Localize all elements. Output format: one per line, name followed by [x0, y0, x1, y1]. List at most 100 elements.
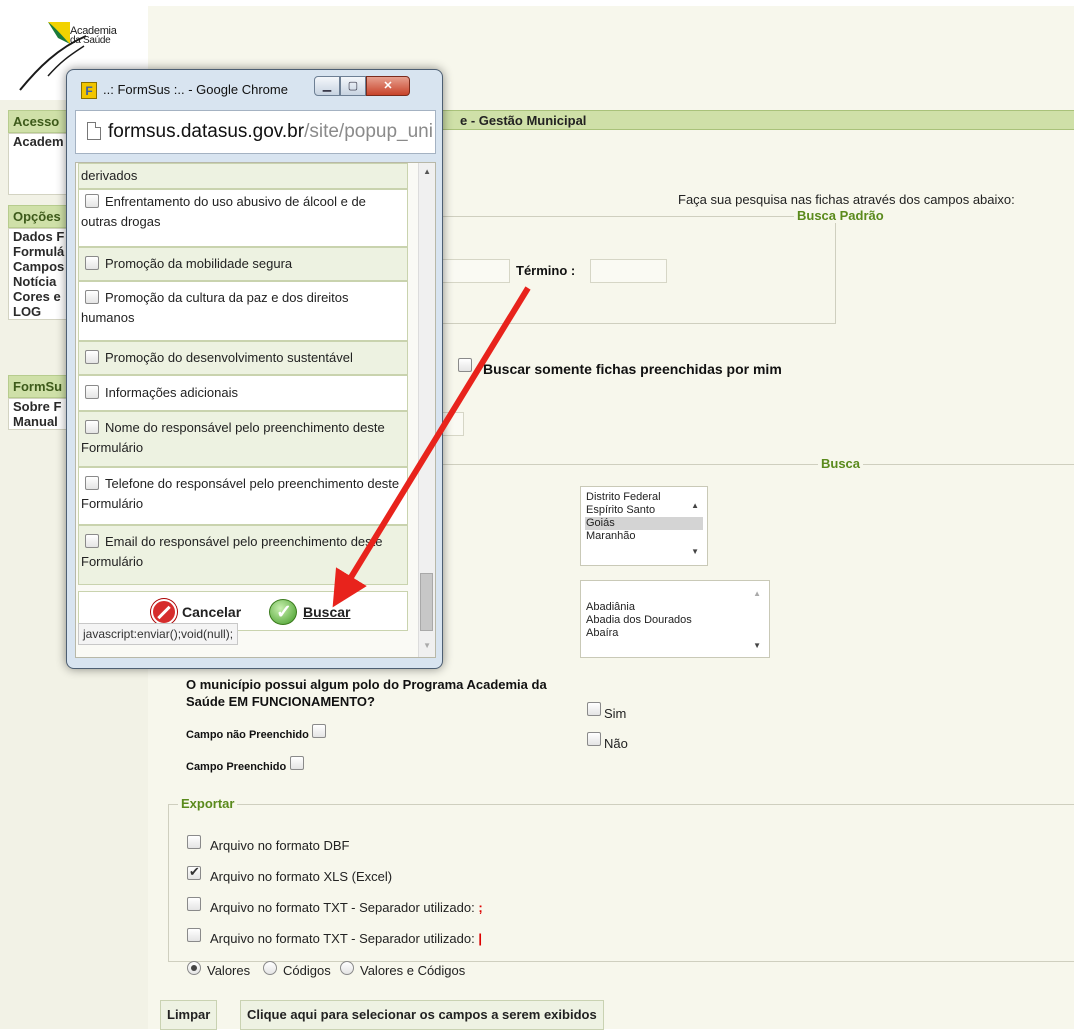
campo-nao-preenchido-checkbox[interactable] [312, 724, 326, 738]
row-label: Telefone do responsável pelo preenchimen… [105, 476, 400, 491]
row-checkbox[interactable] [85, 476, 99, 490]
state-option[interactable]: Espírito Santo [585, 504, 703, 517]
only-mine-label: Buscar somente fichas preenchidas por mi… [483, 361, 782, 377]
campo-preenchido-label: Campo Preenchido [186, 761, 287, 773]
extra-input[interactable] [440, 412, 464, 436]
question-line1: O município possui algum polo do Program… [186, 677, 547, 692]
question-line2: Saúde EM FUNCIONAMENTO? [186, 694, 375, 709]
busca-fieldset-line [420, 464, 1074, 465]
export-txt2-label: Arquivo no formato TXT - Separador utili… [210, 931, 482, 946]
list-item[interactable]: Email do responsável pelo preenchimento … [78, 525, 408, 585]
limpar-button[interactable]: Limpar [160, 1000, 218, 1030]
row-label: Nome do responsável pelo preenchimento d… [105, 420, 385, 435]
scroll-up-icon[interactable]: ▲ [691, 499, 699, 512]
popup-content: derivados Enfrentamento do uso abusivo d… [75, 162, 436, 658]
only-mine-checkbox[interactable] [458, 358, 472, 372]
state-option[interactable]: Distrito Federal [585, 491, 703, 504]
page-title: e - Gestão Municipal [460, 113, 587, 128]
state-listbox[interactable]: Distrito Federal Espírito Santo Goiás Ma… [580, 486, 708, 566]
popup-title: ..: FormSus :.. - Google Chrome [103, 82, 288, 97]
logo-line2: da Saúde [70, 35, 111, 46]
row-checkbox[interactable] [85, 256, 99, 270]
row-checkbox[interactable] [85, 385, 99, 399]
end-date-input[interactable] [590, 259, 667, 283]
municipality-option[interactable]: Abaíra [585, 627, 765, 640]
list-item[interactable]: Promoção da cultura da paz e dos direito… [78, 281, 408, 341]
row-label: Informações adicionais [105, 385, 238, 400]
page-icon [87, 122, 101, 140]
search-button[interactable]: Buscar [303, 604, 350, 620]
row-label: Promoção do desenvolvimento sustentável [105, 350, 353, 365]
busca-legend: Busca [818, 456, 864, 471]
scroll-down-icon[interactable]: ▼ [423, 641, 431, 650]
export-txt1-label: Arquivo no formato TXT - Separador utili… [210, 900, 483, 915]
municipality-listbox[interactable]: Abadiânia Abadia dos Dourados Abaíra ▲ ▼ [580, 580, 770, 658]
list-item[interactable]: Promoção do desenvolvimento sustentável [78, 341, 408, 375]
maximize-icon[interactable]: ▢ [340, 76, 366, 96]
export-txt1-text: Arquivo no formato TXT - Separador utili… [210, 900, 475, 915]
export-dbf-checkbox[interactable] [187, 835, 201, 849]
row-checkbox[interactable] [85, 350, 99, 364]
row-checkbox[interactable] [85, 420, 99, 434]
list-item[interactable]: Informações adicionais [78, 375, 408, 411]
municipality-option[interactable]: Abadia dos Dourados [585, 614, 765, 627]
scroll-up-icon[interactable]: ▲ [423, 167, 431, 176]
row-label: Promoção da mobilidade segura [105, 256, 293, 271]
list-item: derivados [78, 163, 408, 189]
nao-checkbox[interactable] [587, 732, 601, 746]
sim-label: Sim [604, 706, 627, 721]
list-item[interactable]: Promoção da mobilidade segura [78, 247, 408, 281]
busca-padrao-legend: Busca Padrão [794, 208, 887, 223]
municipality-option[interactable]: Abadiânia [585, 601, 765, 614]
chrome-popup-window[interactable]: F ..: FormSus :.. - Google Chrome ▁ ▢ ✕ … [66, 69, 443, 669]
row-label: Email do responsável pelo preenchimento … [105, 534, 383, 549]
cancel-button[interactable]: Cancelar [182, 604, 241, 620]
row-label-cont: Formulário [81, 496, 144, 511]
scroll-down-icon[interactable]: ▼ [753, 639, 761, 652]
sim-checkbox[interactable] [587, 702, 601, 716]
separator-semicolon: ; [478, 900, 483, 915]
cancel-icon[interactable] [151, 599, 177, 625]
start-date-input[interactable] [440, 259, 510, 283]
row-checkbox[interactable] [85, 290, 99, 304]
list-item[interactable]: Enfrentamento do uso abusivo de álcool e… [78, 189, 408, 247]
row-label: derivados [81, 168, 138, 183]
separator-pipe: | [478, 931, 482, 946]
url-path: /site/popup_uni [304, 121, 433, 142]
export-xls-checkbox[interactable] [187, 864, 201, 880]
scroll-down-icon[interactable]: ▼ [691, 545, 699, 558]
list-item[interactable]: Telefone do responsável pelo preenchimen… [78, 467, 408, 525]
export-txt2-checkbox[interactable] [187, 928, 201, 942]
row-label-cont: Formulário [81, 440, 144, 455]
row-label: Enfrentamento do uso abusivo de álcool e… [105, 194, 366, 209]
select-fields-button[interactable]: Clique aqui para selecionar os campos a … [240, 1000, 604, 1030]
close-icon[interactable]: ✕ [366, 76, 410, 96]
row-label-cont: humanos [81, 310, 135, 325]
scroll-up-icon[interactable]: ▲ [753, 587, 761, 600]
state-option[interactable]: Maranhão [585, 530, 703, 543]
row-checkbox[interactable] [85, 534, 99, 548]
button-bar: Limpar Clique aqui para selecionar os ca… [160, 972, 1074, 1030]
campo-nao-preenchido-label: Campo não Preenchido [186, 729, 309, 741]
export-txt1-checkbox[interactable] [187, 897, 201, 911]
window-controls: ▁ ▢ ✕ [314, 76, 410, 96]
minimize-icon[interactable]: ▁ [314, 76, 340, 96]
scroll-thumb[interactable] [420, 573, 433, 631]
row-label-cont: Formulário [81, 554, 144, 569]
checkmark-icon[interactable] [269, 599, 297, 625]
row-checkbox[interactable] [85, 194, 99, 208]
url-bar[interactable]: formsus.datasus.gov.br/site/popup_uni [75, 110, 436, 154]
state-option-selected[interactable]: Goiás [585, 517, 703, 530]
search-hint: Faça sua pesquisa nas fichas através dos… [678, 192, 1015, 207]
export-xls-label: Arquivo no formato XLS (Excel) [210, 869, 393, 884]
formsus-favicon-icon: F [81, 82, 97, 99]
popup-scrollbar[interactable]: ▲ ▼ [418, 163, 435, 657]
status-bubble: javascript:enviar();void(null); [78, 623, 239, 645]
export-legend: Exportar [178, 796, 238, 811]
termino-label: Término : [516, 263, 576, 278]
export-txt2-text: Arquivo no formato TXT - Separador utili… [210, 931, 475, 946]
url-host: formsus.datasus.gov.br [108, 121, 305, 142]
campo-preenchido-checkbox[interactable] [290, 756, 304, 770]
row-label: Promoção da cultura da paz e dos direito… [105, 290, 349, 305]
list-item[interactable]: Nome do responsável pelo preenchimento d… [78, 411, 408, 467]
